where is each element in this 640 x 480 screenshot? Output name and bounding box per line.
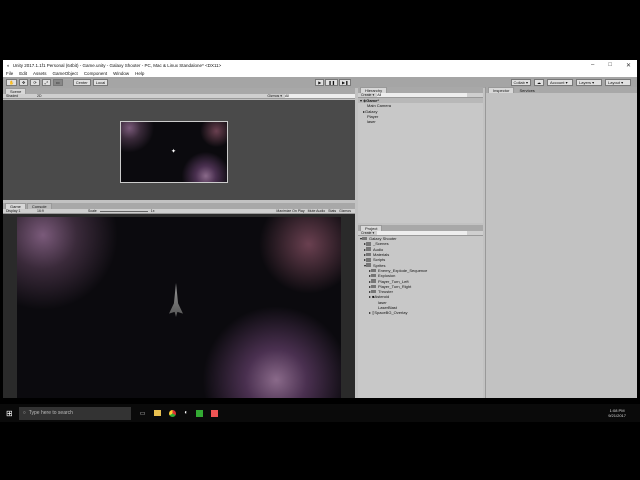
gizmos-dropdown[interactable]: Gizmos ▾ xyxy=(267,94,282,98)
window-title: Unity 2017.1.1f1 Personal (64bit) - Game… xyxy=(12,62,222,68)
hierarchy-create-button[interactable]: Create ▾ xyxy=(361,93,374,97)
scene-viewport[interactable]: ✦ xyxy=(3,100,355,200)
app-icon[interactable] xyxy=(211,409,218,417)
unity-icon[interactable]: ◐ xyxy=(184,410,188,416)
game-viewport[interactable] xyxy=(17,217,341,398)
scale-value: 1x xyxy=(150,209,155,213)
layout-dropdown[interactable]: Layout ▾ xyxy=(605,79,631,86)
hierarchy-item-label: Galaxy xyxy=(365,108,378,114)
folder-icon xyxy=(366,263,372,267)
folder-label: _Scenes xyxy=(373,241,389,247)
chrome-icon[interactable] xyxy=(169,409,177,417)
folder-label: Audio xyxy=(373,246,384,252)
folder-icon xyxy=(371,279,377,283)
menu-help[interactable]: Help xyxy=(135,71,144,76)
taskbar-search[interactable]: ○ Type here to search xyxy=(18,406,131,420)
layers-dropdown[interactable]: Layers ▾ xyxy=(576,79,602,86)
taskbar: ⊞ ○ Type here to search ▭ ◐ 1:08 PM 9/21… xyxy=(0,404,640,422)
folder-label: Sprites xyxy=(373,262,386,268)
pivot-toggle[interactable]: Center xyxy=(72,79,91,86)
hierarchy-item[interactable]: laser xyxy=(358,119,483,124)
windows-start-icon[interactable]: ⊞ xyxy=(6,409,13,418)
hand-tool-button[interactable]: ✋ xyxy=(6,79,17,86)
player-ship xyxy=(169,283,183,317)
folder-label: Enemy_Explode_Sequence xyxy=(378,267,428,273)
folder-icon xyxy=(371,284,377,289)
folder-icon xyxy=(371,268,377,273)
mute-audio-toggle[interactable]: Mute Audio xyxy=(308,209,326,213)
unity-logo-icon: ◐ xyxy=(7,62,10,68)
space-toggle[interactable]: Local xyxy=(92,79,109,86)
folder-icon xyxy=(366,258,372,262)
folder-label: Player_Turn_Right xyxy=(378,283,412,289)
folder-icon xyxy=(371,273,377,278)
asset-label: Asteroid xyxy=(374,294,390,300)
close-button[interactable]: ✕ xyxy=(626,62,631,69)
title-bar: ◐ Unity 2017.1.1f1 Personal (64bit) - Ga… xyxy=(3,60,637,70)
folder-icon xyxy=(366,247,372,251)
scale-slider[interactable] xyxy=(99,210,148,212)
inspector-panel: Inspector Services xyxy=(485,87,637,398)
hierarchy-panel: Hierarchy Create ▾ All ▾ ◈ Game* Main Cam… xyxy=(358,87,483,223)
player-ship-icon: ✦ xyxy=(171,149,177,155)
2d-toggle[interactable]: 2D xyxy=(37,94,41,98)
project-root-label: Galaxy Shooter xyxy=(369,236,397,242)
asset-label: SpaceBG_Overlay xyxy=(374,310,408,316)
shading-dropdown[interactable]: Shaded xyxy=(6,94,34,98)
folder-icon xyxy=(366,252,372,257)
clock-date: 9/21/2017 xyxy=(608,413,626,418)
tab-inspector[interactable]: Inspector xyxy=(488,87,515,93)
step-button[interactable]: ▶❚ xyxy=(339,79,352,86)
tab-services[interactable]: Services xyxy=(515,87,539,93)
game-panel: Game Console Display 1 16:9 Scale 1x Max… xyxy=(3,203,355,398)
menu-window[interactable]: Window xyxy=(113,71,129,76)
folder-label: Materials xyxy=(373,252,390,258)
menu-edit[interactable]: Edit xyxy=(19,71,27,76)
file-explorer-icon[interactable] xyxy=(154,410,162,416)
scene-name: Game* xyxy=(366,98,379,104)
project-create-button[interactable]: Create ▾ xyxy=(361,231,374,235)
play-button[interactable]: ▶ xyxy=(315,79,325,86)
collab-dropdown[interactable]: Collab ▾ xyxy=(510,79,531,86)
account-dropdown[interactable]: Account ▾ xyxy=(547,79,573,86)
camtasia-icon[interactable] xyxy=(196,409,203,417)
system-clock[interactable]: 1:08 PM 9/21/2017 xyxy=(608,408,640,418)
gizmos-toggle[interactable]: Gizmos xyxy=(339,209,355,213)
hierarchy-search[interactable]: All xyxy=(377,93,468,97)
project-panel: Project Create ▾ ▾ Galaxy Shooter ▸ _Sce… xyxy=(358,225,483,398)
pause-button[interactable]: ❚❚ xyxy=(325,79,339,86)
project-search[interactable] xyxy=(377,231,468,235)
aspect-dropdown[interactable]: 16:9 xyxy=(37,209,85,213)
folder-label: Explosion xyxy=(378,273,396,279)
folder-icon xyxy=(371,289,377,294)
rect-tool-button[interactable]: ▭ xyxy=(52,79,63,86)
search-placeholder: Type here to search xyxy=(28,410,73,416)
folder-label: Player_Turn_Left xyxy=(378,278,409,284)
move-tool-button[interactable]: ✥ xyxy=(18,79,29,86)
maximize-button[interactable]: □ xyxy=(608,62,612,69)
minimize-button[interactable]: – xyxy=(591,62,594,69)
maximize-on-play-toggle[interactable]: Maximize On Play xyxy=(276,209,304,213)
cloud-icon[interactable]: ☁ xyxy=(534,79,544,86)
scene-search[interactable]: All xyxy=(285,94,355,98)
scene-panel: Scene Shaded 2D Gizmos ▾ All ✦ xyxy=(3,88,355,200)
display-dropdown[interactable]: Display 1 xyxy=(6,209,34,213)
menu-file[interactable]: File xyxy=(6,71,13,76)
rotate-tool-button[interactable]: ⟳ xyxy=(30,79,40,86)
scale-tool-button[interactable]: ⤢ xyxy=(41,79,51,86)
unity-window: ◐ Unity 2017.1.1f1 Personal (64bit) - Ga… xyxy=(3,60,637,398)
menu-assets[interactable]: Assets xyxy=(33,71,47,76)
folder-label: Thruster xyxy=(378,289,393,295)
menu-gameobject[interactable]: GameObject xyxy=(53,71,78,76)
menu-bar: File Edit Assets GameObject Component Wi… xyxy=(3,70,637,77)
scale-label: Scale xyxy=(88,209,97,213)
menu-component[interactable]: Component xyxy=(84,71,107,76)
folder-icon xyxy=(366,242,372,246)
stats-toggle[interactable]: Stats xyxy=(328,209,336,213)
task-view-icon[interactable]: ▭ xyxy=(140,410,146,417)
asset-item[interactable]: ▸ ▯ SpaceBG_Overlay xyxy=(358,310,483,315)
folder-label: Scripts xyxy=(373,257,386,263)
